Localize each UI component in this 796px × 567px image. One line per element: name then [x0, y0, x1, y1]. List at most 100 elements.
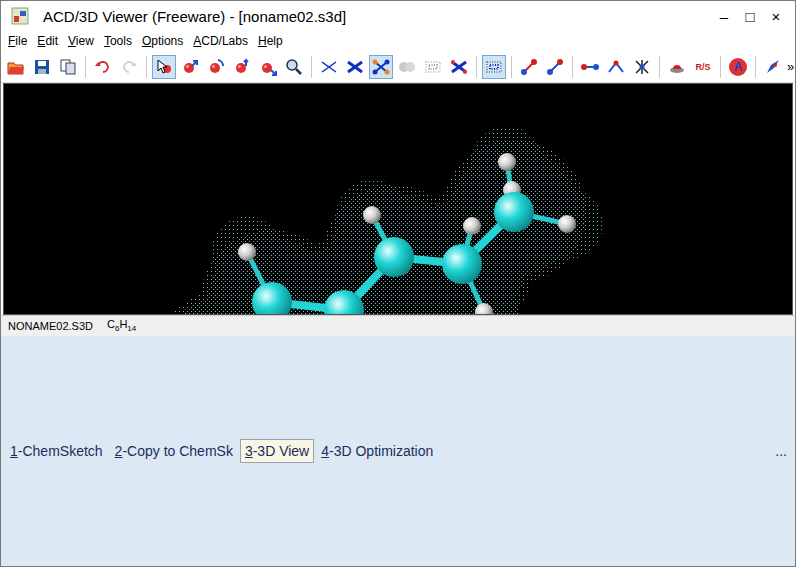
carbon-atom	[324, 290, 364, 315]
window-control[interactable]: –	[711, 8, 737, 25]
toolbar-button[interactable]	[578, 55, 602, 79]
move-icon	[181, 58, 199, 76]
toolbar-button[interactable]	[343, 55, 367, 79]
hydrogen-atom	[558, 215, 576, 233]
toolbar-button[interactable]	[665, 55, 689, 79]
toolbar: R/S A »	[1, 51, 795, 83]
toolbar-button[interactable]	[517, 55, 541, 79]
menu-item[interactable]: Edit	[32, 34, 63, 48]
ballstick-icon	[372, 58, 390, 76]
toolbar-button[interactable]	[91, 55, 115, 79]
toolbar-separator	[511, 56, 512, 78]
toolbar-button[interactable]: A	[726, 55, 750, 79]
molecule-model	[4, 84, 793, 315]
toolbar-button[interactable]	[482, 55, 506, 79]
stick-icon	[346, 58, 364, 76]
carbon-atom	[494, 192, 534, 232]
tab[interactable]: 4-3D Optimization	[316, 439, 438, 463]
tab[interactable]: 2-Copy to ChemSk	[110, 439, 238, 463]
toolbar-separator	[146, 56, 147, 78]
light-icon	[668, 58, 686, 76]
zoom-icon	[285, 58, 303, 76]
surface-icon	[485, 58, 503, 76]
toolbar-button[interactable]	[369, 55, 393, 79]
title-bar: ACD/3D Viewer (Freeware) - [noname02.s3d…	[1, 1, 795, 31]
menu-item[interactable]: Options	[137, 34, 188, 48]
tab-bar: 1-ChemSketch2-Copy to ChemSk3-3D View4-3…	[1, 336, 795, 566]
carbon-atom	[442, 244, 482, 284]
select-icon	[155, 58, 173, 76]
angle-icon	[607, 58, 625, 76]
save-icon	[33, 58, 51, 76]
toolbar-separator	[85, 56, 86, 78]
hydrogen-atom	[238, 243, 256, 261]
hydrogen-atom	[463, 217, 481, 235]
menu-item[interactable]: Tools	[99, 34, 137, 48]
toolbar-button[interactable]: R/S	[691, 55, 715, 79]
toolbar-button[interactable]	[178, 55, 202, 79]
rotate-icon	[207, 58, 225, 76]
toolbar-separator	[659, 56, 660, 78]
tab[interactable]: 1-ChemSketch	[5, 439, 108, 463]
menu-bar: FileEditViewToolsOptionsACD/LabsHelp	[1, 31, 795, 51]
toolbar-button[interactable]	[256, 55, 280, 79]
toolbar-button[interactable]	[282, 55, 306, 79]
redo-icon	[120, 58, 138, 76]
toolbar-button[interactable]	[447, 55, 471, 79]
dots-icon	[424, 58, 442, 76]
menu-item[interactable]: File	[3, 34, 32, 48]
toolbar-separator	[311, 56, 312, 78]
app-window: ACD/3D Viewer (Freeware) - [noname02.s3d…	[0, 0, 796, 567]
status-bar: NONAME02.S3D C6H14	[1, 315, 795, 336]
stereo-icon: R/S	[695, 62, 710, 72]
more-tabs[interactable]: ...	[775, 443, 787, 459]
toolbar-button[interactable]	[152, 55, 176, 79]
label-icon: A	[729, 58, 747, 76]
flat-icon	[450, 58, 468, 76]
toolbar-separator	[572, 56, 573, 78]
formula: C6H14	[107, 318, 136, 333]
toolbar-button[interactable]	[117, 55, 141, 79]
toolbar-button[interactable]	[604, 55, 628, 79]
menu-item[interactable]: View	[63, 34, 99, 48]
toolbar-button[interactable]	[56, 55, 80, 79]
toolbar-button[interactable]	[204, 55, 228, 79]
toolbar-button[interactable]	[317, 55, 341, 79]
distdash-icon	[546, 58, 564, 76]
tab[interactable]: 3-3D View	[240, 439, 314, 463]
menu-item[interactable]: Help	[253, 34, 288, 48]
menu-item[interactable]: ACD/Labs	[188, 34, 253, 48]
3d-view-canvas[interactable]	[3, 83, 793, 315]
rotz-icon	[233, 58, 251, 76]
toolbar-button[interactable]	[630, 55, 654, 79]
window-control[interactable]: □	[737, 8, 763, 25]
toolbar-button[interactable]	[421, 55, 445, 79]
window-title: ACD/3D Viewer (Freeware) - [noname02.s3d…	[43, 8, 711, 25]
toolbar-button[interactable]	[543, 55, 567, 79]
undo-icon	[94, 58, 112, 76]
carbon-atom	[252, 282, 292, 315]
carbon-atom	[374, 237, 414, 277]
torsion-icon	[633, 58, 651, 76]
copy-icon	[59, 58, 77, 76]
window-control[interactable]: ×	[763, 8, 789, 25]
dot-surface	[146, 126, 603, 315]
rocket-icon	[764, 58, 782, 76]
dist-icon	[520, 58, 538, 76]
toolbar-separator	[476, 56, 477, 78]
hydrogen-atom	[498, 153, 516, 171]
resize-icon	[259, 58, 277, 76]
toolbar-button[interactable]	[4, 55, 28, 79]
toolbar-button[interactable]	[761, 55, 785, 79]
toolbar-button[interactable]	[30, 55, 54, 79]
hydrogen-atom	[475, 303, 493, 315]
toolbar-separator	[755, 56, 756, 78]
toolbar-overflow[interactable]: »	[787, 59, 794, 74]
app-logo-icon	[11, 7, 29, 25]
toolbar-separator	[720, 56, 721, 78]
toolbar-button[interactable]	[395, 55, 419, 79]
toolbar-button[interactable]	[230, 55, 254, 79]
bondlen-icon	[581, 58, 599, 76]
file-name: NONAME02.S3D	[8, 320, 93, 332]
wire-icon	[320, 58, 338, 76]
